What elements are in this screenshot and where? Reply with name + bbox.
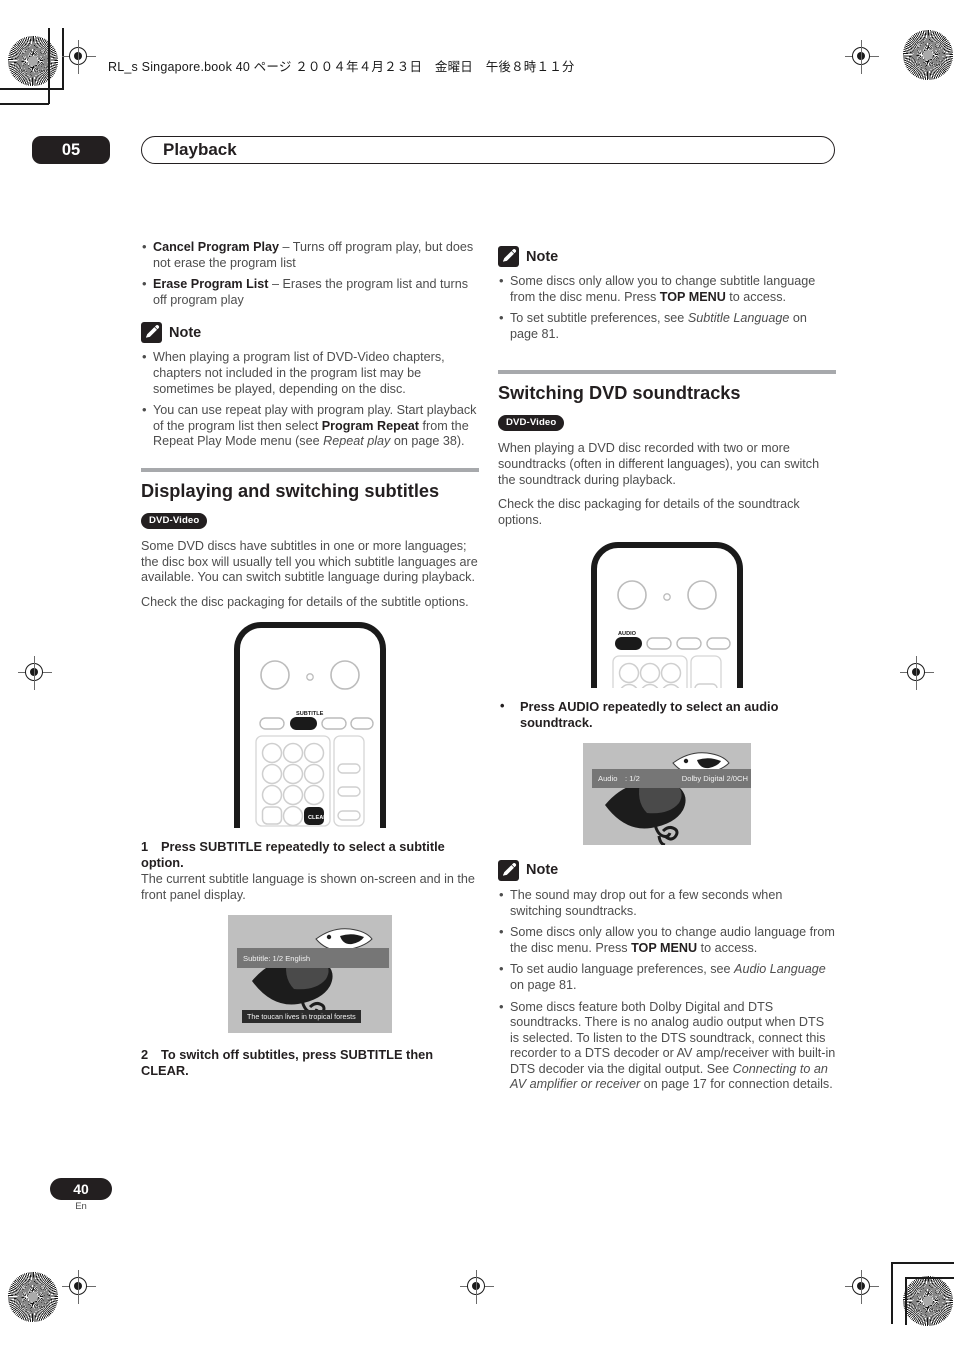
pencil-note-icon	[498, 859, 519, 881]
page-number-badge: 40	[50, 1178, 112, 1200]
registration-target-bottom-right	[845, 1270, 879, 1304]
crop-mark-bottom-right-h2	[905, 1277, 954, 1279]
list-item-erase-program-list: Erase Program List – Erases the program …	[141, 276, 479, 308]
crop-mark-top-left-h	[0, 88, 62, 90]
note-list-right-2: The sound may drop out for a few seconds…	[498, 887, 836, 1094]
osd-screen: Subtitle: 1/2 English The toucan lives i…	[228, 915, 392, 1034]
section-heading-subtitles: Displaying and switching subtitles	[141, 480, 440, 501]
step-heading: To switch off subtitles, press SUBTITLE …	[141, 1047, 434, 1078]
section-paragraph: Check the disc packaging for details of …	[498, 497, 800, 527]
step-bullet-press-audio: Press AUDIO repeatedly to select an audi…	[498, 698, 836, 731]
list-item: Some discs only allow you to change audi…	[498, 924, 836, 956]
osd-audio-format-text: Dolby Digital 2/0CH	[681, 773, 748, 783]
crop-mark-bottom-right-h	[891, 1262, 954, 1264]
registration-starburst-bottom-left	[8, 1272, 58, 1322]
list-item: The sound may drop out for a few seconds…	[498, 887, 836, 919]
registration-target-left-middle	[18, 656, 52, 690]
note-text-italic: Subtitle Language	[687, 311, 790, 326]
step-number: 1	[141, 839, 149, 855]
note-text: on page 17 for connection details.	[640, 1077, 833, 1092]
note-text-bold: TOP MENU	[631, 940, 698, 955]
osd-illustration-audio: Audio : 1/2 Dolby Digital 2/0CH	[498, 742, 836, 845]
chapter-title-bar: Playback	[141, 136, 835, 164]
note-text: The sound may drop out for a few seconds…	[510, 887, 783, 918]
step-1-body: The current subtitle language is shown o…	[141, 871, 475, 902]
note-text: to access.	[725, 289, 786, 304]
step-2: 2 To switch off subtitles, press SUBTITLE…	[141, 1047, 479, 1079]
note-text-italic: Audio Language	[734, 962, 826, 977]
remote-control-illustration-audio: AUDIO	[498, 542, 836, 689]
chapter-number-tab: 05	[32, 136, 110, 164]
note-text: on page 38).	[390, 434, 465, 449]
note-text-bold: TOP MENU	[659, 289, 726, 304]
note-label: Note	[526, 862, 559, 879]
note-text: to access.	[697, 940, 758, 955]
note-list-left-1: When playing a program list of DVD-Video…	[141, 349, 479, 450]
running-head: RL_s Singapore.book 40 ページ ２００４年４月２３日 金曜…	[108, 60, 575, 74]
section-rule	[141, 467, 479, 472]
section-heading-soundtracks: Switching DVD soundtracks	[498, 383, 741, 404]
note-text-italic: Repeat play	[323, 434, 391, 449]
section-paragraph: When playing a DVD disc recorded with tw…	[498, 441, 820, 487]
pencil-note-icon	[498, 246, 519, 267]
note-header-left-1: Note	[141, 322, 479, 344]
registration-target-bottom-center	[460, 1270, 494, 1304]
page-title: Playback	[163, 140, 237, 159]
crop-mark-bottom-right-v	[891, 1262, 893, 1324]
crop-mark-top-left-v2	[48, 28, 50, 104]
pencil-note-icon	[141, 322, 162, 344]
osd-illustration-subtitle: Subtitle: 1/2 English The toucan lives i…	[141, 915, 479, 1034]
note-text: To set subtitle preferences, see	[510, 311, 688, 326]
status-badge-dvd-video: DVD-Video	[141, 512, 208, 529]
crop-mark-top-left-h2	[0, 103, 49, 105]
term-erase-program-list: Erase Program List	[153, 277, 269, 292]
osd-caption: The toucan lives in tropical forests	[242, 1010, 361, 1024]
section-paragraph: Some DVD discs have subtitles in one or …	[141, 538, 478, 585]
osd-status-text: Subtitle: 1/2 English	[243, 953, 311, 963]
note-header-right-1: Note	[498, 246, 836, 267]
section-paragraph: Check the disc packaging for details of …	[141, 594, 469, 609]
left-column: Cancel Program Play – Turns off program …	[141, 239, 479, 1079]
term-cancel-program-play: Cancel Program Play	[153, 240, 279, 254]
note-header-right-2: Note	[498, 859, 836, 881]
list-item: To set audio language preferences, see A…	[498, 961, 836, 993]
svg-text:CLEAR: CLEAR	[308, 815, 327, 821]
svg-text:AUDIO: AUDIO	[618, 631, 637, 637]
registration-target-top-left	[62, 40, 96, 74]
osd-status-bar: Audio : 1/2 Dolby Digital 2/0CH	[592, 768, 751, 788]
osd-audio-track-text: Audio : 1/2	[598, 773, 640, 783]
crop-mark-bottom-right-v2	[905, 1277, 907, 1325]
registration-starburst-top-left	[8, 36, 58, 86]
registration-target-top-right	[845, 40, 879, 74]
step-heading: Press SUBTITLE repeatedly to select a su…	[141, 839, 445, 871]
note-text: To set audio language preferences, see	[510, 962, 735, 977]
list-item: To set subtitle preferences, see Subtitl…	[498, 310, 836, 342]
step-1: 1 Press SUBTITLE repeatedly to select a s…	[141, 839, 479, 871]
note-text: When playing a program list of DVD-Video…	[153, 350, 445, 396]
registration-target-right-middle	[900, 656, 934, 690]
registration-target-bottom-left	[62, 1270, 96, 1304]
right-column: Note Some discs only allow you to change…	[498, 246, 836, 1099]
registration-starburst-top-right	[903, 30, 953, 80]
list-item: When playing a program list of DVD-Video…	[141, 349, 479, 397]
svg-text:SUBTITLE: SUBTITLE	[296, 711, 324, 717]
note-label: Note	[169, 324, 202, 341]
registration-starburst-bottom-right	[903, 1276, 953, 1326]
osd-screen: Audio : 1/2 Dolby Digital 2/0CH	[583, 742, 751, 845]
note-list-right-1: Some discs only allow you to change subt…	[498, 273, 836, 342]
status-badge-dvd-video: DVD-Video	[498, 415, 565, 432]
note-text-bold: Program Repeat	[321, 418, 419, 433]
page-language-label: En	[75, 1201, 87, 1212]
step-number: 2	[141, 1047, 149, 1063]
list-item: Some discs only allow you to change subt…	[498, 273, 836, 305]
note-label: Note	[526, 248, 559, 265]
section-rule	[498, 370, 836, 375]
list-item: You can use repeat play with program pla…	[141, 402, 479, 450]
remote-control-illustration-subtitle: SUBTITLE CLEAR	[141, 622, 479, 829]
program-options-list: Cancel Program Play – Turns off program …	[141, 239, 479, 308]
note-text: on page 81.	[510, 977, 577, 992]
list-item-cancel-program-play: Cancel Program Play – Turns off program …	[141, 239, 479, 271]
list-item: Some discs feature both Dolby Digital an…	[498, 999, 836, 1094]
osd-status-bar: Subtitle: 1/2 English	[237, 948, 389, 969]
